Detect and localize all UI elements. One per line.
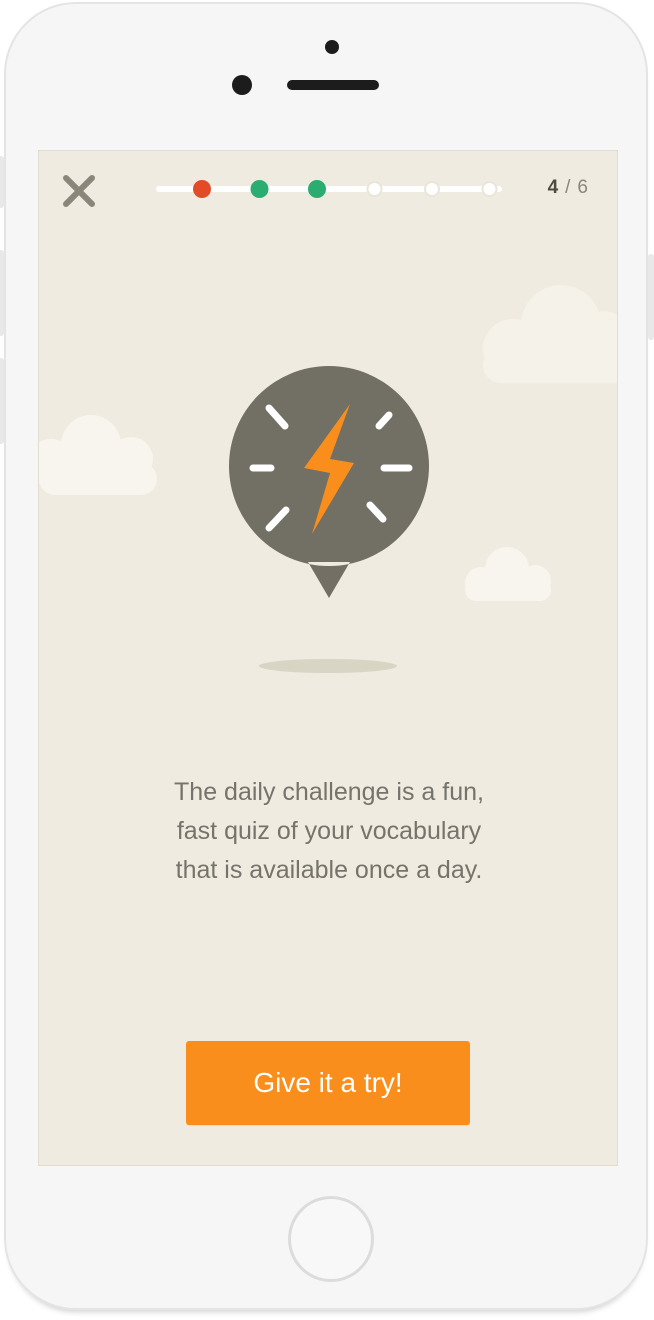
front-camera [232, 75, 252, 95]
progress-step-correct [250, 180, 269, 198]
mute-switch [0, 156, 4, 208]
progress-track [156, 180, 502, 198]
description-line: The daily challenge is a fun, [174, 778, 484, 806]
home-button[interactable] [288, 1196, 374, 1282]
power-button [648, 254, 654, 340]
cloud-icon [465, 547, 551, 601]
give-it-a-try-button[interactable]: Give it a try! [186, 1041, 470, 1125]
icon-shadow [259, 659, 397, 673]
volume-up-button [0, 250, 4, 336]
counter-current: 4 [547, 177, 560, 198]
cloud-icon [39, 415, 157, 495]
progress-step-pending [366, 181, 383, 197]
description-line: that is available once a day. [175, 856, 483, 884]
description-line: fast quiz of your vocabulary [176, 817, 482, 845]
close-button[interactable] [59, 171, 99, 211]
progress-step-pending [424, 181, 440, 197]
proximity-sensor [325, 40, 339, 54]
challenge-description: The daily challenge is a fun, fast quiz … [79, 773, 579, 890]
question-counter: 4/6 [548, 177, 589, 199]
progress-step-correct [308, 180, 326, 198]
volume-down-button [0, 358, 4, 444]
progress-step-pending [481, 181, 498, 197]
earpiece-speaker [287, 80, 379, 90]
progress-step-incorrect [193, 180, 211, 198]
cloud-icon [483, 285, 617, 383]
close-icon [63, 175, 95, 207]
counter-separator: / [565, 177, 572, 198]
lightning-timer-bubble-icon [229, 366, 429, 598]
counter-total: 6 [577, 177, 589, 198]
app-screen: 4/6 The daily challenge is a fun, fast q… [38, 150, 618, 1166]
